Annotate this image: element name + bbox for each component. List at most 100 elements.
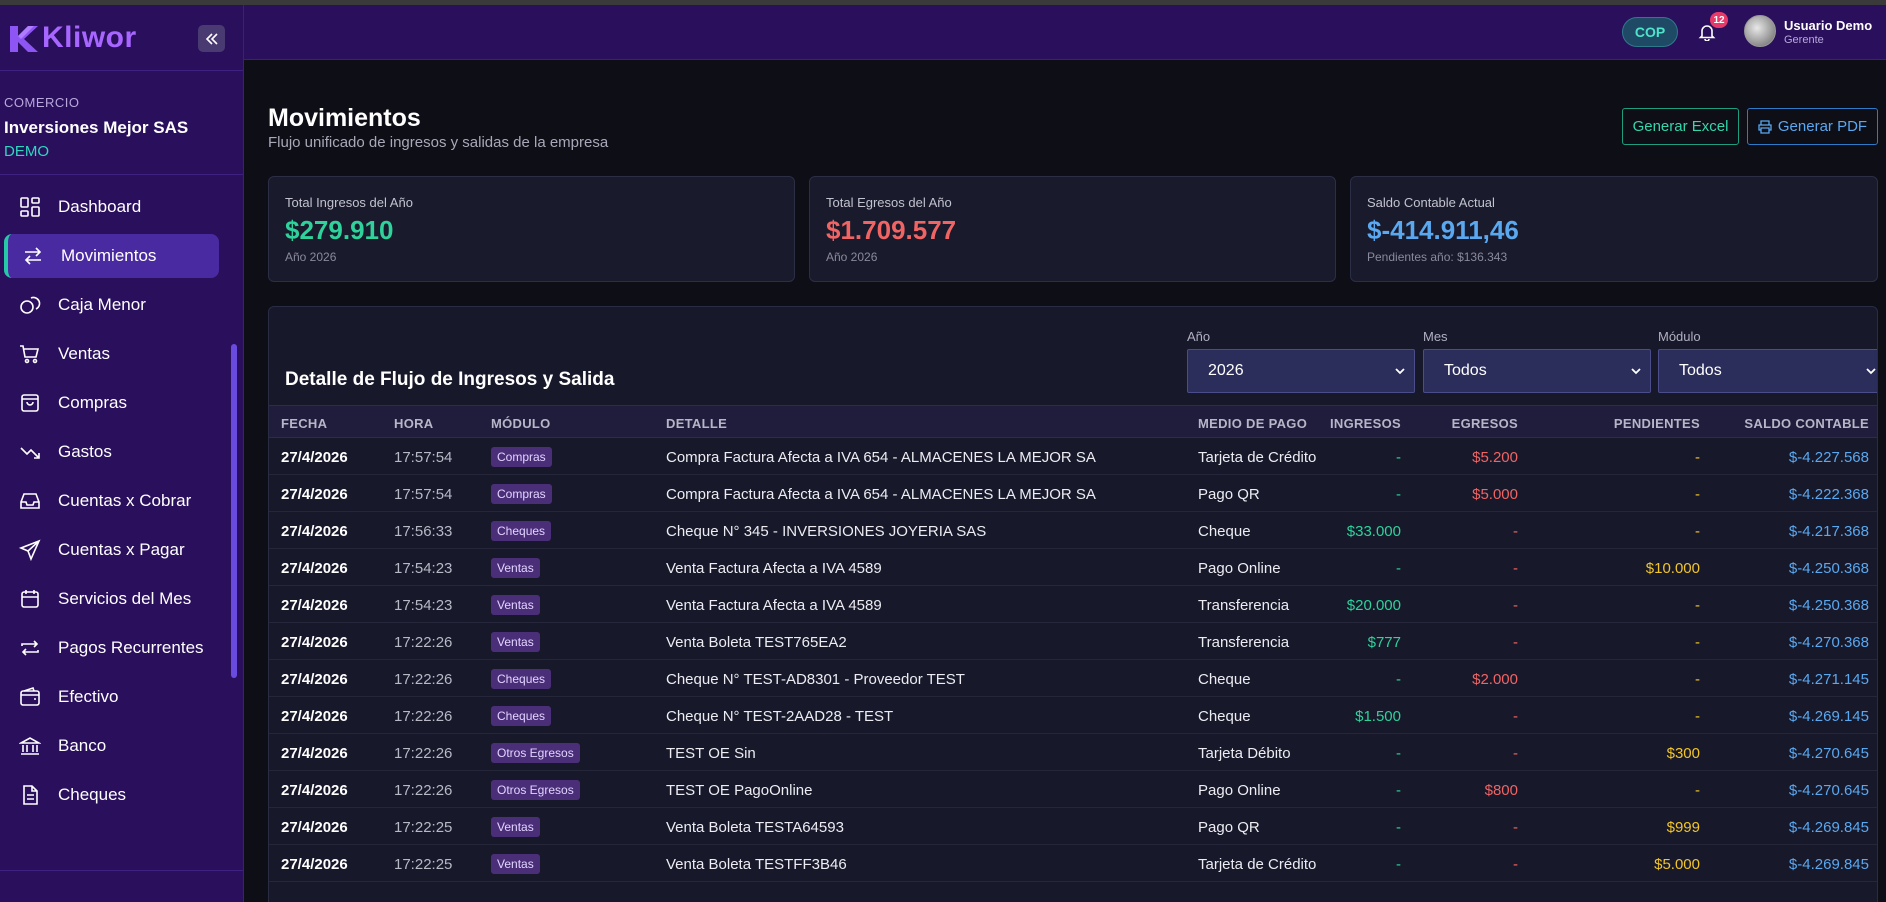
- generate-excel-button[interactable]: Generar Excel: [1622, 108, 1739, 145]
- generate-pdf-button[interactable]: Generar PDF: [1747, 108, 1878, 145]
- cell-modulo: Cheques: [491, 706, 552, 726]
- select-value: Todos: [1444, 362, 1487, 379]
- user-name[interactable]: Usuario Demo: [1784, 18, 1872, 33]
- cell-pendientes: -: [1695, 671, 1700, 688]
- column-header-fecha[interactable]: FECHA: [281, 416, 327, 431]
- card-label: Saldo Contable Actual: [1367, 195, 1495, 210]
- table-row[interactable]: 27/4/2026 17:22:25 Ventas Venta Boleta TEST…: [269, 845, 1877, 882]
- movements-table-panel: Detalle de Flujo de Ingresos y Salida Añ…: [268, 306, 1878, 902]
- sidebar: Kliwor COMERCIO Inversiones Mejor SAS DE…: [0, 5, 244, 902]
- cell-fecha: 27/4/2026: [281, 486, 348, 503]
- cell-fecha: 27/4/2026: [281, 597, 348, 614]
- table-row[interactable]: 27/4/2026 17:22:26 Ventas Venta Boleta TEST…: [269, 623, 1877, 660]
- avatar[interactable]: [1744, 15, 1776, 47]
- table-row[interactable]: 27/4/2026 17:22:26 Cheques Cheque N° TEST-2…: [269, 697, 1877, 734]
- table-row[interactable]: 27/4/2026 17:54:23 Ventas Venta Factura Afe…: [269, 586, 1877, 623]
- column-header-detalle[interactable]: DETALLE: [666, 416, 727, 431]
- cell-modulo: Compras: [491, 484, 552, 504]
- cell-detalle: Venta Boleta TESTA64593: [666, 819, 844, 836]
- sidebar-item-label: Movimientos: [61, 246, 157, 265]
- cell-ingresos: $1.500: [1355, 708, 1401, 725]
- table-row[interactable]: 27/4/2026 17:22:26 Cheques Cheque N° TEST-A…: [269, 660, 1877, 697]
- table-row[interactable]: 27/4/2026 17:22:26 Otros Egresos TEST OE Si…: [269, 734, 1877, 771]
- sidebar-item-label: Cuentas x Cobrar: [58, 491, 192, 510]
- sidebar-item-label: Gastos: [58, 442, 112, 461]
- year-select[interactable]: 2026: [1187, 349, 1415, 393]
- sidebar-scrollbar[interactable]: [231, 344, 237, 678]
- cell-egresos: $2.000: [1472, 671, 1518, 688]
- column-header-ingresos[interactable]: INGRESOS: [1330, 416, 1401, 431]
- sidebar-item-label: Efectivo: [58, 687, 119, 706]
- sidebar-item-label: Ventas: [58, 344, 110, 363]
- table-row[interactable]: 27/4/2026 17:54:23 Ventas Venta Factura Afe…: [269, 549, 1877, 586]
- sidebar-item-caja-menor[interactable]: Caja Menor: [4, 283, 219, 327]
- app-logo[interactable]: Kliwor: [8, 21, 137, 55]
- sidebar-item-cheques[interactable]: Cheques: [4, 773, 219, 817]
- column-header-modulo[interactable]: MÓDULO: [491, 416, 551, 431]
- cell-hora: 17:22:26: [394, 634, 453, 651]
- cell-medio-pago: Pago QR: [1198, 819, 1260, 836]
- filter-module: Módulo Todos: [1658, 329, 1877, 393]
- cell-modulo: Ventas: [491, 817, 540, 837]
- cell-ingresos: -: [1396, 560, 1401, 577]
- table-row[interactable]: 27/4/2026 17:22:25 Ventas Venta Boleta TEST…: [269, 808, 1877, 845]
- table-row[interactable]: 27/4/2026 17:56:33 Cheques Cheque N° 345 - …: [269, 512, 1877, 549]
- repeat-icon: [18, 636, 42, 660]
- column-header-saldo[interactable]: SALDO CONTABLE: [1744, 416, 1869, 431]
- month-select[interactable]: Todos: [1423, 349, 1651, 393]
- table-row[interactable]: 27/4/2026 17:57:54 Compras Compra Factura A…: [269, 438, 1877, 475]
- card-value: $-414.911,46: [1367, 215, 1519, 245]
- collapse-sidebar-button[interactable]: [198, 25, 225, 52]
- arrows-exchange-icon: [21, 244, 45, 268]
- sidebar-item-ventas[interactable]: Ventas: [4, 332, 219, 376]
- cell-fecha: 27/4/2026: [281, 745, 348, 762]
- sidebar-item-dashboard[interactable]: Dashboard: [4, 185, 219, 229]
- filter-label: Año: [1187, 329, 1211, 344]
- coins-icon: [18, 293, 42, 317]
- sidebar-item-banco[interactable]: Banco: [4, 724, 219, 768]
- module-badge: Otros Egresos: [491, 743, 580, 763]
- currency-selector[interactable]: COP: [1622, 17, 1678, 47]
- column-header-pendientes[interactable]: PENDIENTES: [1614, 416, 1700, 431]
- cell-saldo-contable: $-4.271.145: [1788, 671, 1869, 688]
- module-select[interactable]: Todos: [1658, 349, 1877, 393]
- column-header-hora[interactable]: HORA: [394, 416, 433, 431]
- sidebar-item-label: Banco: [58, 736, 107, 755]
- sidebar-item-servicios[interactable]: Servicios del Mes: [4, 577, 219, 621]
- company-block: COMERCIO Inversiones Mejor SAS DEMO: [0, 71, 243, 175]
- table-row[interactable]: 27/4/2026 17:22:26 Otros Egresos TEST OE Pa…: [269, 771, 1877, 808]
- sidebar-item-efectivo[interactable]: Efectivo: [4, 675, 219, 719]
- cell-medio-pago: Transferencia: [1198, 597, 1290, 614]
- card-saldo-contable: Saldo Contable Actual $-414.911,46 Pendi…: [1350, 176, 1878, 282]
- cell-egresos: -: [1513, 856, 1518, 873]
- sidebar-item-cuentas-cobrar[interactable]: Cuentas x Cobrar: [4, 479, 219, 523]
- cell-modulo: Ventas: [491, 558, 540, 578]
- column-header-egresos[interactable]: EGRESOS: [1452, 416, 1518, 431]
- cell-medio-pago: Transferencia: [1198, 634, 1290, 651]
- user-role: Gerente: [1784, 34, 1824, 46]
- cell-egresos: -: [1513, 634, 1518, 651]
- sidebar-item-movimientos[interactable]: Movimientos: [4, 234, 219, 278]
- sidebar-item-label: Compras: [58, 393, 127, 412]
- module-badge: Ventas: [491, 632, 540, 652]
- table-row[interactable]: 27/4/2026 17:57:54 Compras Compra Factura A…: [269, 475, 1877, 512]
- module-badge: Cheques: [491, 669, 552, 689]
- printer-icon: [1758, 119, 1772, 134]
- cell-detalle: Venta Factura Afecta a IVA 4589: [666, 560, 882, 577]
- card-label: Total Ingresos del Año: [285, 195, 413, 210]
- cell-fecha: 27/4/2026: [281, 708, 348, 725]
- cell-detalle: Compra Factura Afecta a IVA 654 - ALMACE…: [666, 486, 1096, 503]
- column-header-medio-pago[interactable]: MEDIO DE PAGO: [1198, 416, 1307, 431]
- card-total-egresos: Total Egresos del Año $1.709.577 Año 202…: [809, 176, 1336, 282]
- filter-label: Módulo: [1658, 329, 1701, 344]
- logo-row: Kliwor: [0, 5, 243, 71]
- main-content: Movimientos Flujo unificado de ingresos …: [244, 60, 1886, 902]
- sidebar-item-compras[interactable]: Compras: [4, 381, 219, 425]
- cell-hora: 17:54:23: [394, 560, 453, 577]
- cell-modulo: Cheques: [491, 521, 552, 541]
- sidebar-item-gastos[interactable]: Gastos: [4, 430, 219, 474]
- sidebar-item-pagos-recurrentes[interactable]: Pagos Recurrentes: [4, 626, 219, 670]
- card-value: $279.910: [285, 215, 394, 245]
- cell-fecha: 27/4/2026: [281, 560, 348, 577]
- sidebar-item-cuentas-pagar[interactable]: Cuentas x Pagar: [4, 528, 219, 572]
